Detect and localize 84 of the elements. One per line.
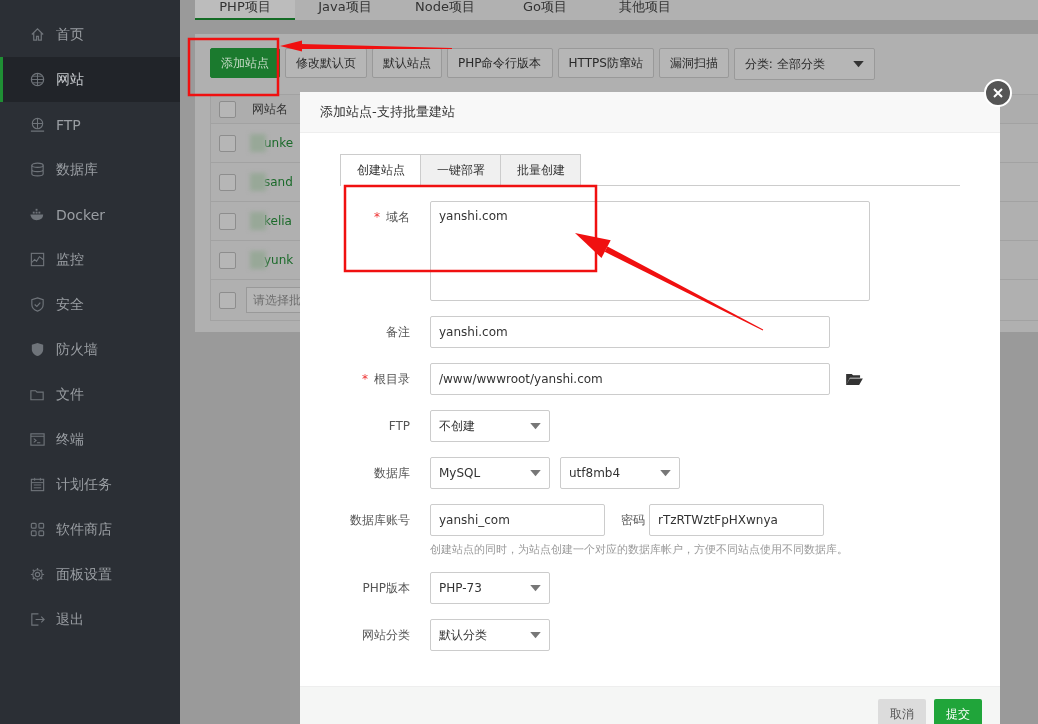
project-tab[interactable]: Node项目 — [395, 0, 495, 20]
sidebar-item[interactable]: 监控 — [0, 237, 180, 282]
field-label: * 根目录 — [361, 371, 410, 388]
select-field[interactable]: 默认分类 — [430, 619, 550, 651]
sidebar-item[interactable]: 终端 — [0, 417, 180, 462]
sidebar-item[interactable]: 安全 — [0, 282, 180, 327]
sidebar-item[interactable]: 软件商店 — [0, 507, 180, 552]
dropdown-value: 分类: 全部分类 — [744, 55, 825, 73]
sidebar-item[interactable]: 计划任务 — [0, 462, 180, 507]
dialog-tab[interactable]: 一键部署 — [420, 154, 501, 185]
caret-icon — [852, 60, 864, 68]
shield-icon — [29, 296, 46, 313]
sidebar-item[interactable]: 文件 — [0, 372, 180, 417]
add-site-button[interactable]: 添加站点 — [210, 48, 280, 78]
submit-button[interactable]: 提交 — [934, 699, 982, 724]
caret-icon — [530, 631, 541, 639]
home-icon — [29, 26, 46, 43]
project-tab[interactable]: Go项目 — [495, 0, 595, 20]
gear-icon — [29, 566, 46, 583]
sidebar-item[interactable]: 首页 — [0, 12, 180, 57]
input-field[interactable]: yanshi.com — [430, 316, 830, 348]
dialog-title: 添加站点-支持批量建站 — [320, 103, 455, 121]
field-label: PHP版本 — [361, 580, 410, 597]
select-field[interactable]: utf8mb4 — [560, 457, 680, 489]
cancel-button[interactable]: 取消 — [878, 699, 926, 724]
checkbox[interactable] — [219, 134, 236, 152]
column-header[interactable]: 网站名 — [252, 100, 288, 118]
sidebar-item[interactable]: 网站 — [0, 57, 180, 102]
caret-icon — [530, 469, 541, 477]
checkbox[interactable] — [219, 251, 236, 269]
field-label: 备注 — [385, 324, 410, 341]
sidebar-item[interactable]: 防火墙 — [0, 327, 180, 372]
checkbox[interactable] — [219, 100, 236, 118]
hint-text: 创建站点的同时，为站点创建一个对应的数据库帐户，方便不同站点使用不同数据库。 — [430, 542, 849, 557]
site-name-link[interactable]: yunk — [264, 253, 294, 267]
select-field[interactable]: PHP-73 — [430, 572, 550, 604]
dialog-tab[interactable]: 批量创建 — [500, 154, 581, 185]
select-field[interactable]: 不创建 — [430, 410, 550, 442]
toolbar-button[interactable]: PHP命令行版本 — [447, 48, 553, 78]
field-label: FTP — [387, 418, 410, 435]
input-field[interactable]: yanshi_com — [430, 504, 605, 536]
checkbox[interactable] — [219, 212, 236, 230]
caret-icon — [530, 584, 541, 592]
domain-textarea[interactable]: yanshi.com — [430, 201, 870, 301]
site-name-link[interactable]: unke — [264, 136, 294, 150]
grid-icon — [29, 521, 46, 538]
sidebar-item[interactable]: FTP — [0, 102, 180, 147]
caret-icon — [530, 422, 541, 430]
sidebar-item[interactable]: 退出 — [0, 597, 180, 642]
input-field[interactable]: rTzRTWztFpHXwnya — [649, 504, 824, 536]
project-tab[interactable]: 其他项目 — [595, 0, 695, 20]
caret-icon — [660, 469, 671, 477]
site-name-link[interactable]: sand — [264, 175, 293, 189]
category-dropdown[interactable]: 分类: 全部分类 — [733, 48, 875, 80]
field-label: 数据库 — [373, 465, 410, 482]
field-label: * 域名 — [373, 209, 410, 226]
sidebar-item[interactable]: 面板设置 — [0, 552, 180, 597]
sidebar-item[interactable]: 数据库 — [0, 147, 180, 192]
project-tab[interactable]: Java项目 — [295, 0, 395, 20]
calendar-icon — [29, 476, 46, 493]
terminal-icon — [29, 431, 46, 448]
field-label: 密码 — [621, 511, 645, 529]
dialog-tab[interactable]: 创建站点 — [340, 154, 421, 186]
exit-icon — [29, 611, 46, 628]
folder-icon[interactable] — [846, 372, 863, 386]
close-icon — [992, 87, 1004, 99]
input-field[interactable]: /www/wwwroot/yanshi.com — [430, 363, 830, 395]
checkbox[interactable] — [219, 173, 236, 191]
database-icon — [29, 161, 46, 178]
toolbar-button[interactable]: 修改默认页 — [285, 48, 367, 78]
toolbar-button[interactable]: 默认站点 — [372, 48, 442, 78]
chart-icon — [29, 251, 46, 268]
shield-icon — [29, 341, 46, 358]
select-field[interactable]: MySQL — [430, 457, 550, 489]
field-label: 数据库账号 — [349, 512, 410, 529]
toolbar-button[interactable]: HTTPS防窜站 — [557, 48, 654, 78]
toolbar-button[interactable]: 漏洞扫描 — [658, 48, 729, 78]
network-globe-icon — [29, 116, 46, 133]
whale-icon — [29, 206, 46, 223]
checkbox[interactable] — [219, 291, 236, 309]
field-label: 网站分类 — [361, 627, 410, 644]
sidebar-item[interactable]: Docker — [0, 192, 180, 237]
project-tab[interactable]: PHP项目 — [195, 0, 295, 20]
globe-icon — [29, 71, 46, 88]
